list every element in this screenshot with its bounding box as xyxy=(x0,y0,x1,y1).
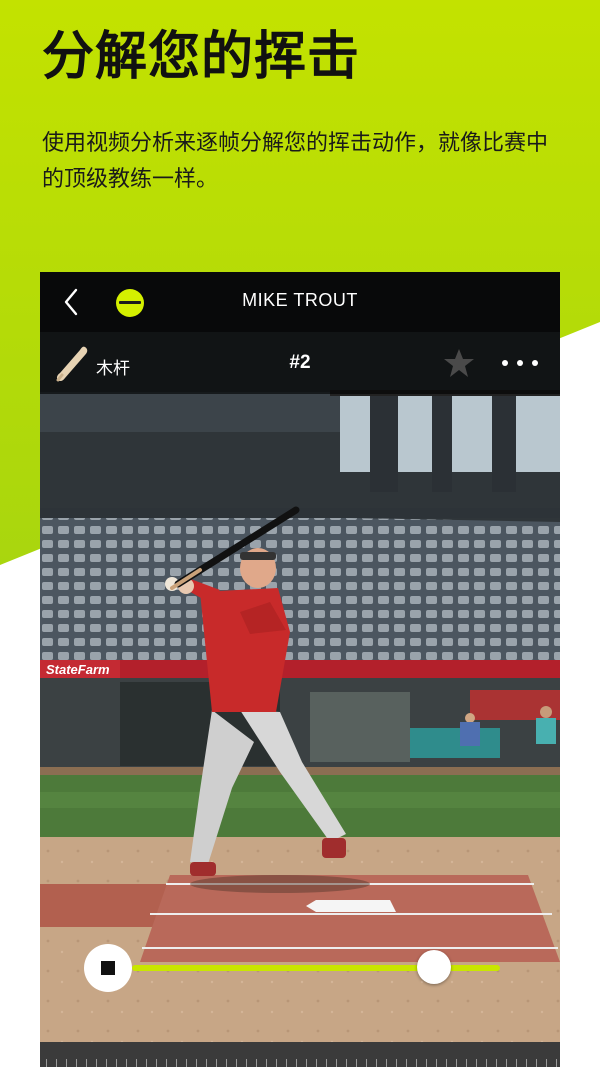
ruler-tick xyxy=(426,1059,427,1067)
bat-type-label: 木杆 xyxy=(96,359,130,379)
ruler-tick xyxy=(336,1059,337,1067)
ruler-tick xyxy=(536,1059,537,1067)
ruler-tick xyxy=(86,1059,87,1067)
ruler-tick xyxy=(56,1059,57,1067)
stop-button[interactable] xyxy=(84,944,132,992)
ruler-tick xyxy=(166,1059,167,1067)
stadium-sign-text: StateFarm xyxy=(46,662,110,677)
ruler-tick xyxy=(356,1059,357,1067)
ruler-tick xyxy=(246,1059,247,1067)
ruler-tick xyxy=(186,1059,187,1067)
swing-number: #2 xyxy=(289,352,311,373)
favorite-button[interactable] xyxy=(442,346,476,380)
ruler-tick xyxy=(156,1059,157,1067)
ruler-tick xyxy=(346,1059,347,1067)
ruler-tick xyxy=(516,1059,517,1067)
ruler-tick xyxy=(506,1059,507,1067)
ruler-tick xyxy=(136,1059,137,1067)
ruler-tick xyxy=(146,1059,147,1067)
ruler-tick xyxy=(216,1059,217,1067)
playback-scrubber-thumb[interactable] xyxy=(416,950,451,984)
ruler-tick xyxy=(466,1059,467,1067)
ruler-tick xyxy=(196,1059,197,1067)
video-player: StateFarm MIKE TROUT 木杆 #2 xyxy=(40,272,560,1067)
ruler-tick xyxy=(286,1059,287,1067)
ruler-tick xyxy=(106,1059,107,1067)
promo-headline: 分解您的挥击 xyxy=(42,27,361,87)
ruler-tick xyxy=(266,1059,267,1067)
ruler-tick xyxy=(556,1059,557,1067)
ruler-tick xyxy=(446,1059,447,1067)
ruler-tick xyxy=(526,1059,527,1067)
ruler-tick xyxy=(396,1059,397,1067)
ruler-tick xyxy=(96,1059,97,1067)
wood-bat-icon xyxy=(56,346,88,382)
ruler-tick xyxy=(116,1059,117,1067)
ruler-tick xyxy=(476,1059,477,1067)
ruler-tick xyxy=(256,1059,257,1067)
baseball-toggle-icon[interactable] xyxy=(116,289,144,317)
star-icon xyxy=(444,349,474,377)
ruler-tick xyxy=(546,1059,547,1067)
ruler-tick xyxy=(326,1059,327,1067)
ruler-tick xyxy=(366,1059,367,1067)
ruler-tick xyxy=(206,1059,207,1067)
ruler-tick xyxy=(46,1059,47,1067)
ruler-tick xyxy=(486,1059,487,1067)
ruler-tick xyxy=(436,1059,437,1067)
back-button[interactable] xyxy=(58,286,84,318)
ruler-tick xyxy=(456,1059,457,1067)
ruler-tick xyxy=(226,1059,227,1067)
player-name-title: MIKE TROUT xyxy=(242,290,358,310)
ruler-tick xyxy=(406,1059,407,1067)
ruler-tick xyxy=(126,1059,127,1067)
ruler-tick xyxy=(176,1059,177,1067)
ruler-tick xyxy=(296,1059,297,1067)
ruler-tick xyxy=(236,1059,237,1067)
ruler-tick xyxy=(416,1059,417,1067)
frame-ruler[interactable] xyxy=(40,1042,560,1067)
ruler-tick xyxy=(496,1059,497,1067)
promo-subtext: 使用视频分析来逐帧分解您的挥击动作，就像比赛中的顶级教练一样。 xyxy=(42,131,549,192)
ruler-tick xyxy=(316,1059,317,1067)
ruler-tick xyxy=(276,1059,277,1067)
ruler-tick xyxy=(386,1059,387,1067)
more-dots-icon[interactable] xyxy=(500,352,540,374)
ruler-tick xyxy=(76,1059,77,1067)
ruler-tick xyxy=(376,1059,377,1067)
ruler-tick xyxy=(66,1059,67,1067)
chevron-left-icon xyxy=(64,288,78,316)
ruler-tick xyxy=(306,1059,307,1067)
